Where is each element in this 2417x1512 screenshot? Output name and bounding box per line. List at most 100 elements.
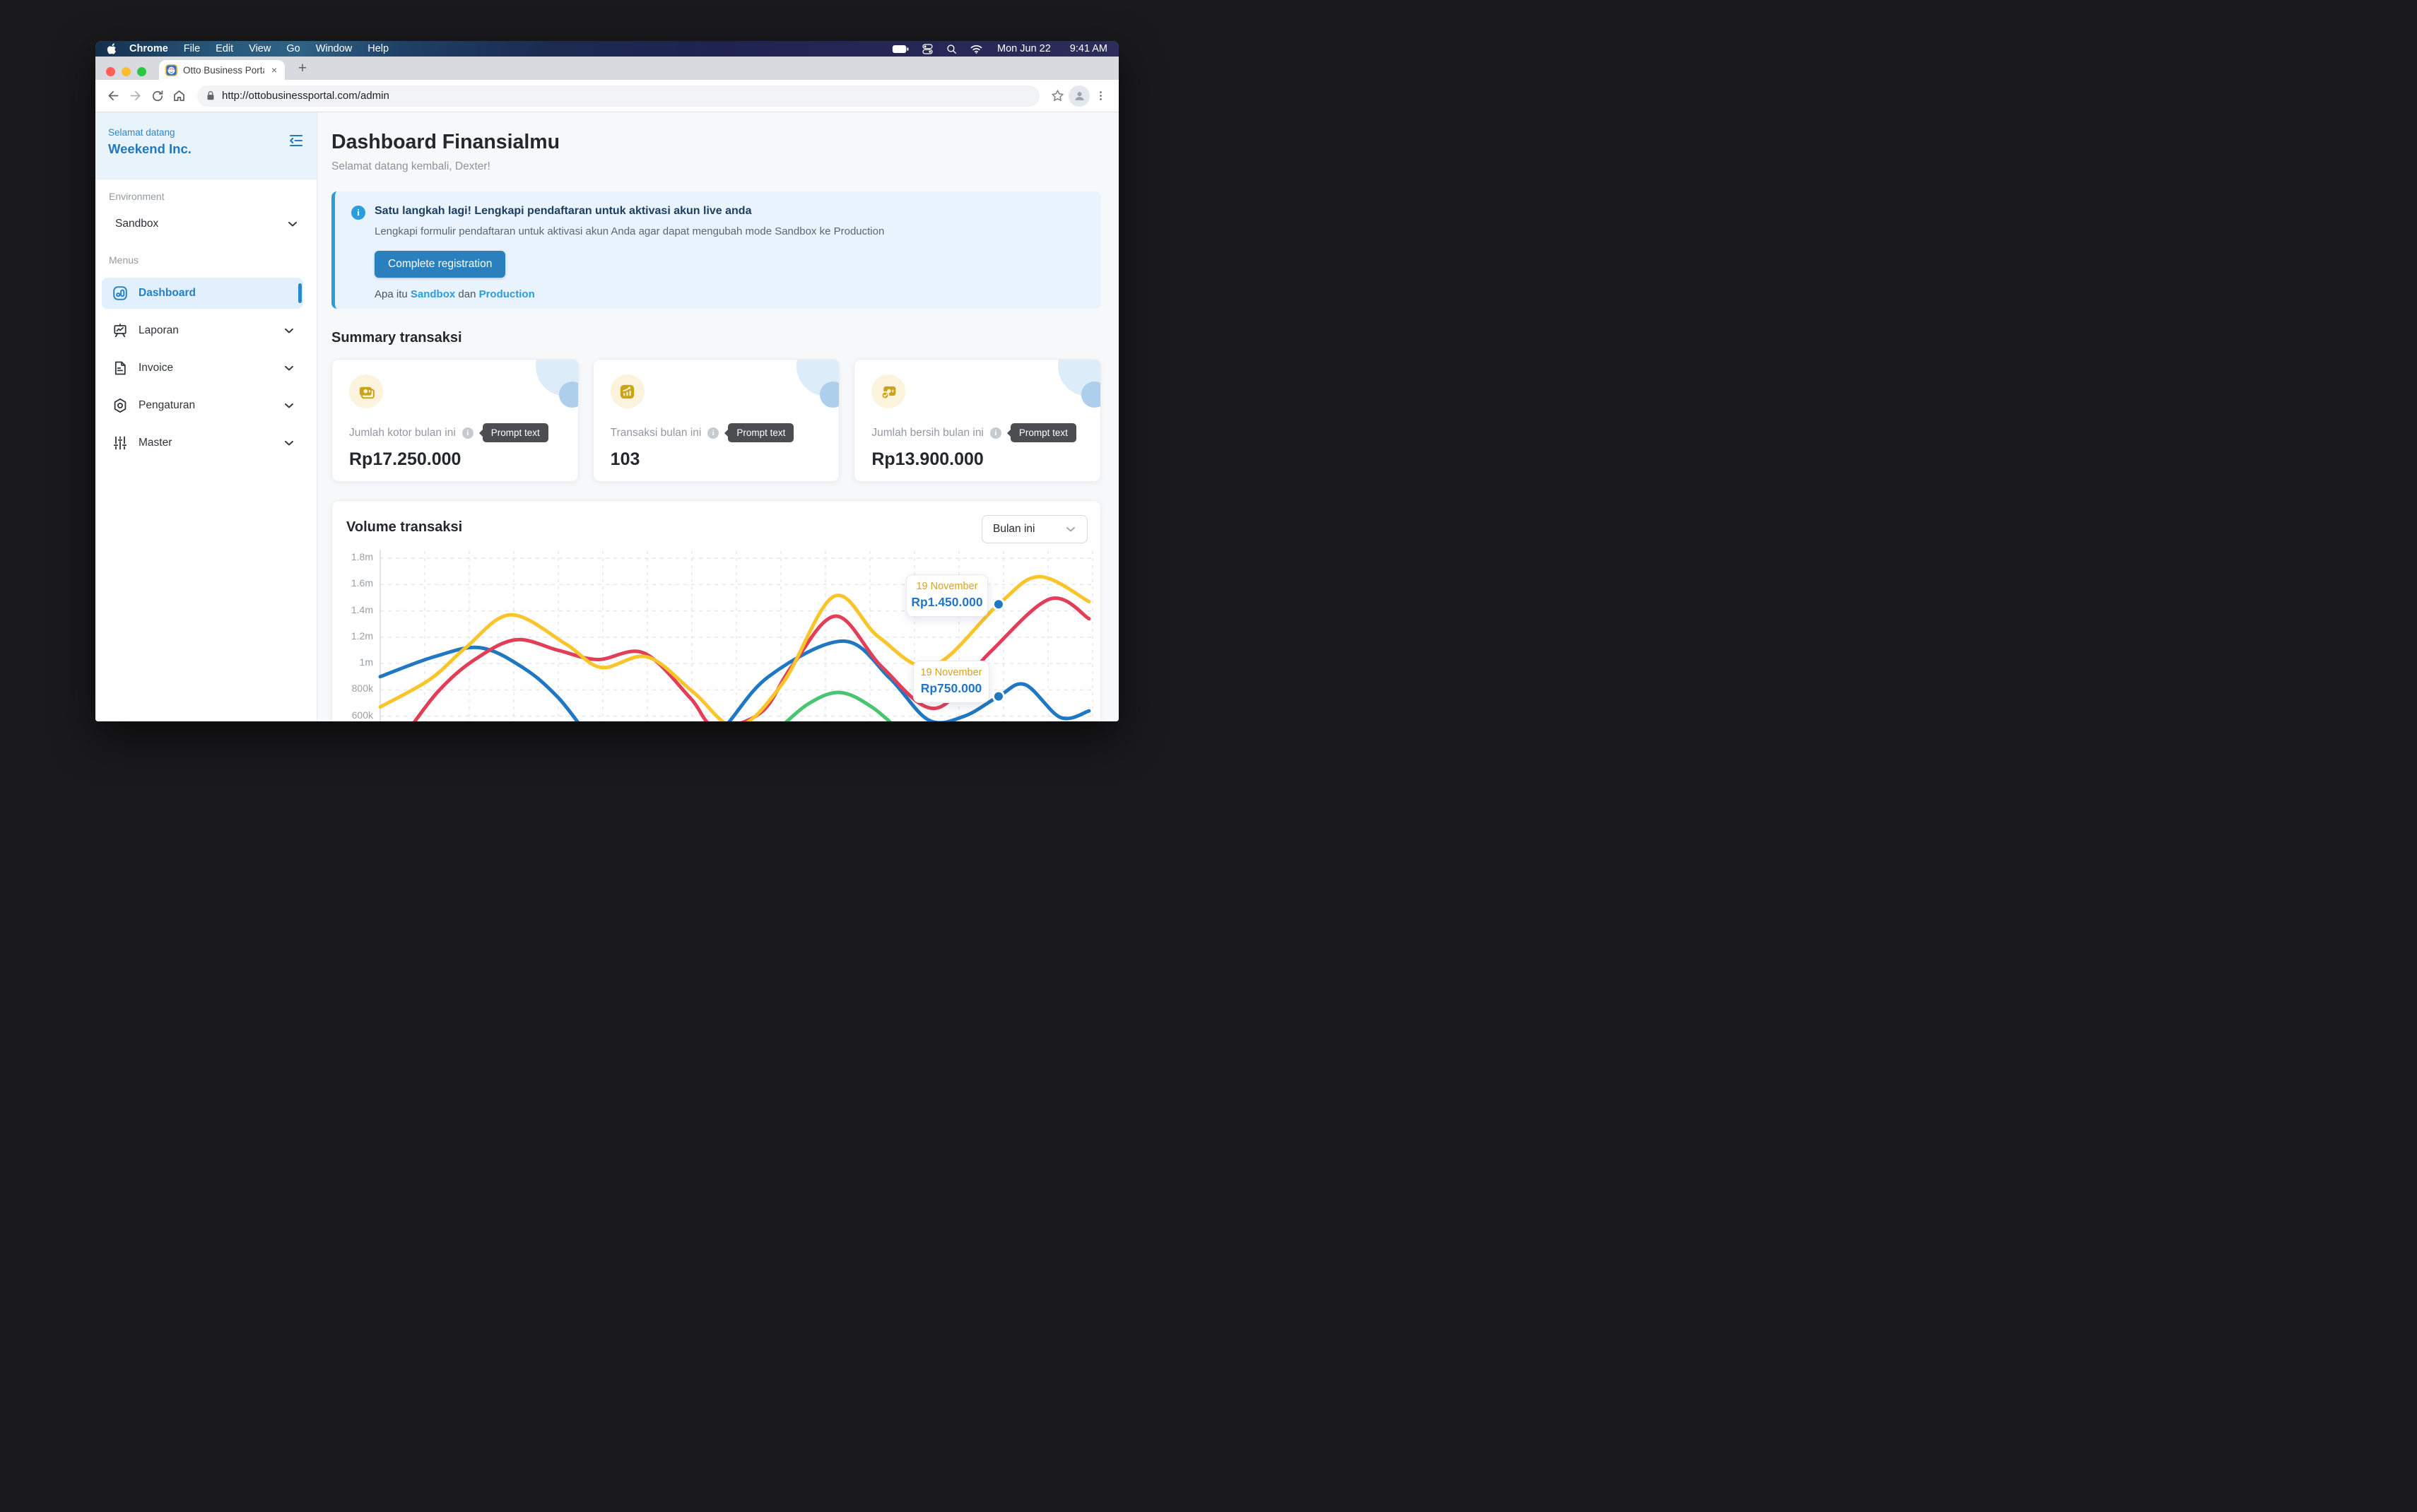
settings-nut-icon xyxy=(112,397,129,414)
battery-icon[interactable] xyxy=(892,45,909,54)
registration-banner: i Satu langkah lagi! Lengkapi pendaftara… xyxy=(331,191,1101,309)
y-axis-tick: 1.2m xyxy=(332,630,373,642)
info-icon[interactable]: i xyxy=(990,427,1001,439)
period-filter-dropdown[interactable]: Bulan ini xyxy=(982,515,1088,543)
chevron-down-icon xyxy=(286,217,300,231)
summary-card-gross: Jumlah kotor bulan ini i Prompt text Rp1… xyxy=(331,359,579,482)
tab-title: Otto Business Portal xyxy=(183,65,264,76)
sandbox-link[interactable]: Sandbox xyxy=(411,288,455,300)
tooltip-value: Rp750.000 xyxy=(918,681,984,696)
tooltip-date: 19 November xyxy=(918,667,984,678)
y-axis-tick: 1m xyxy=(332,656,373,668)
menu-item-help[interactable]: Help xyxy=(360,43,396,54)
footnote-text: Apa itu xyxy=(375,288,411,300)
url-text[interactable]: http://ottobusinessportal.com/admin xyxy=(222,90,389,102)
sidebar: Selamat datang Weekend Inc. Environment … xyxy=(95,112,317,721)
environment-value: Sandbox xyxy=(115,218,158,230)
volume-chart-card: 19 November Rp1.450.000 19 November Rp75… xyxy=(331,500,1101,721)
card-label: Transaksi bulan ini xyxy=(611,427,702,439)
menu-item-window[interactable]: Window xyxy=(308,43,360,54)
card-label: Jumlah bersih bulan ini xyxy=(871,427,984,439)
company-name: Weekend Inc. xyxy=(108,141,304,157)
info-icon[interactable]: i xyxy=(462,427,474,439)
sidebar-item-laporan[interactable]: Laporan xyxy=(102,315,303,346)
back-icon[interactable] xyxy=(102,85,124,107)
info-icon[interactable]: i xyxy=(707,427,719,439)
summary-card-net: Jumlah bersih bulan ini i Prompt text Rp… xyxy=(854,359,1101,482)
menu-item-view[interactable]: View xyxy=(241,43,278,54)
banner-title: Satu langkah lagi! Lengkapi pendaftaran … xyxy=(375,205,1084,218)
menubar-clock[interactable]: 9:41 AM xyxy=(1070,43,1107,54)
main-content: Dashboard Finansialmu Selamat datang kem… xyxy=(317,112,1119,721)
wifi-icon[interactable] xyxy=(970,45,982,54)
tab-strip: OTTO Otto Business Portal × + xyxy=(95,57,1119,80)
page-subtitle: Selamat datang kembali, Dexter! xyxy=(331,160,1101,173)
sidebar-item-invoice[interactable]: Invoice xyxy=(102,353,303,384)
tooltip: Prompt text xyxy=(728,423,794,442)
menu-item-app[interactable]: Chrome xyxy=(122,43,176,54)
close-window-button[interactable] xyxy=(106,67,115,76)
tooltip: Prompt text xyxy=(483,423,548,442)
minimize-window-button[interactable] xyxy=(122,67,131,76)
sidebar-header: Selamat datang Weekend Inc. xyxy=(95,112,317,179)
address-bar[interactable]: http://ottobusinessportal.com/admin xyxy=(197,85,1040,107)
menu-item-go[interactable]: Go xyxy=(278,43,307,54)
browser-toolbar: http://ottobusinessportal.com/admin xyxy=(95,80,1119,112)
bookmark-star-icon[interactable] xyxy=(1047,85,1069,107)
y-axis-tick: 1.4m xyxy=(332,604,373,615)
home-icon[interactable] xyxy=(168,85,190,107)
sidebar-item-label: Dashboard xyxy=(139,287,196,300)
sidebar-item-master[interactable]: Master xyxy=(102,427,303,459)
favicon: OTTO xyxy=(165,64,177,76)
sidebar-item-dashboard[interactable]: Dashboard xyxy=(102,278,303,309)
chart-tooltip: 19 November Rp1.450.000 xyxy=(906,574,988,617)
report-board-icon xyxy=(112,322,129,339)
y-axis-tick: 800k xyxy=(332,683,373,694)
sidebar-item-label: Laporan xyxy=(139,324,179,337)
sidebar-item-label: Master xyxy=(139,437,172,449)
y-axis-tick: 600k xyxy=(332,709,373,721)
browser-tab[interactable]: OTTO Otto Business Portal × xyxy=(159,60,285,80)
collapse-sidebar-icon[interactable] xyxy=(287,131,305,150)
sidebar-item-label: Pengaturan xyxy=(139,399,195,412)
chevron-down-icon xyxy=(282,361,296,375)
profile-avatar-icon[interactable] xyxy=(1069,85,1090,107)
page-title: Dashboard Finansialmu xyxy=(331,131,1101,154)
new-tab-button[interactable]: + xyxy=(293,59,312,78)
sidebar-item-label: Invoice xyxy=(139,362,173,374)
chevron-down-icon xyxy=(282,324,296,338)
production-link[interactable]: Production xyxy=(479,288,535,300)
chart-growth-icon xyxy=(611,374,645,408)
browser-window: Chrome File Edit View Go Window Help Mon… xyxy=(95,41,1119,721)
forward-icon[interactable] xyxy=(124,85,146,107)
macos-menu-bar: Chrome File Edit View Go Window Help Mon… xyxy=(95,41,1119,57)
summary-section-title: Summary transaksi xyxy=(331,330,1101,346)
complete-registration-button[interactable]: Complete registration xyxy=(375,251,505,278)
menu-item-edit[interactable]: Edit xyxy=(208,43,241,54)
y-axis-tick: 1.8m xyxy=(332,551,373,562)
apple-logo-icon[interactable] xyxy=(107,43,117,55)
reload-icon[interactable] xyxy=(146,85,168,107)
menu-item-file[interactable]: File xyxy=(176,43,208,54)
menubar-date[interactable]: Mon Jun 22 xyxy=(997,43,1051,54)
y-axis-tick: 1.6m xyxy=(332,577,373,589)
chevron-down-icon xyxy=(1064,522,1078,536)
banner-footnote: Apa itu Sandbox dan Production xyxy=(375,288,1084,300)
zoom-window-button[interactable] xyxy=(137,67,146,76)
control-center-icon[interactable] xyxy=(922,44,933,54)
tooltip: Prompt text xyxy=(1011,423,1076,442)
card-value: Rp13.900.000 xyxy=(871,449,1083,470)
decorative-circle xyxy=(559,382,579,408)
search-icon[interactable] xyxy=(946,44,957,54)
chevron-down-icon xyxy=(282,436,296,450)
tab-close-icon[interactable]: × xyxy=(270,64,278,76)
card-value: 103 xyxy=(611,449,823,470)
browser-menu-icon[interactable] xyxy=(1090,85,1112,107)
sidebar-item-pengaturan[interactable]: Pengaturan xyxy=(102,390,303,421)
chart-tooltip: 19 November Rp750.000 xyxy=(913,661,989,703)
period-filter-value: Bulan ini xyxy=(993,523,1035,536)
environment-select[interactable]: Sandbox xyxy=(115,217,300,231)
lock-icon[interactable] xyxy=(206,90,216,101)
decorative-circle xyxy=(820,382,840,408)
svg-text:OTTO: OTTO xyxy=(168,68,175,71)
